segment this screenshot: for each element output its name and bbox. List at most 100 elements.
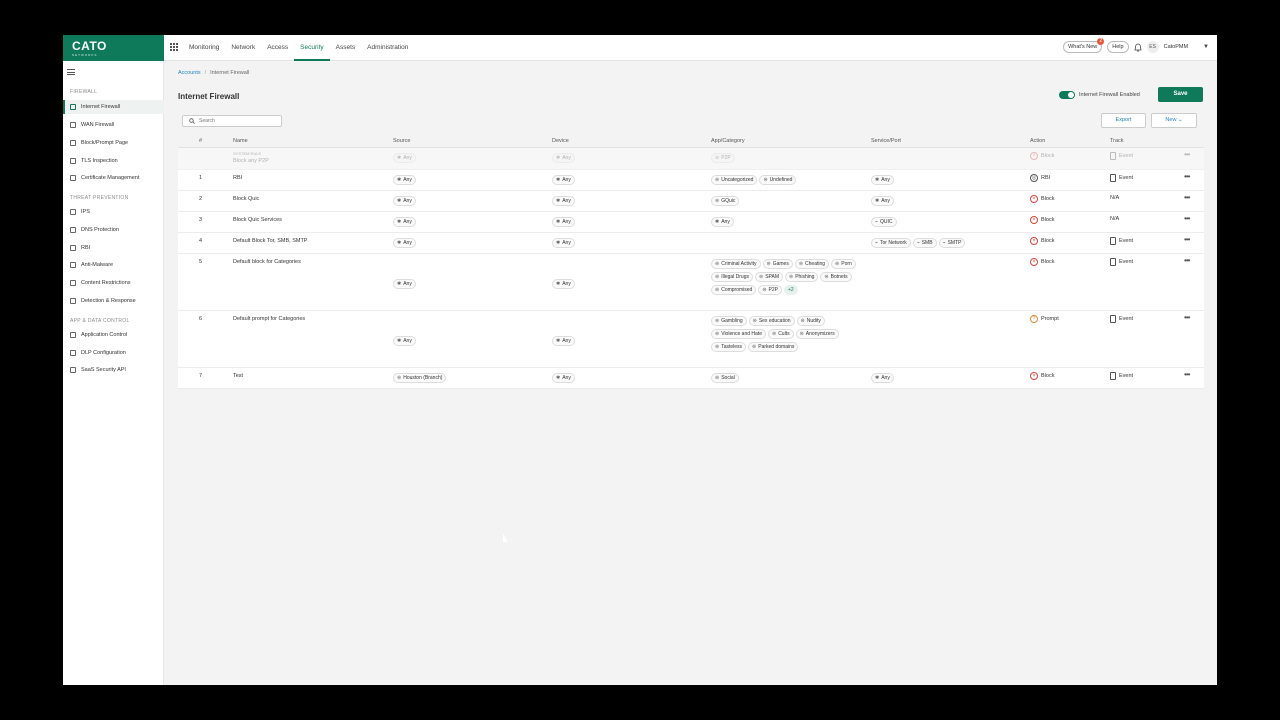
track-cell[interactable]: Event <box>1110 315 1133 323</box>
search-input[interactable] <box>199 118 279 124</box>
rule-name[interactable]: Test <box>233 373 243 379</box>
save-button[interactable]: Save <box>1158 87 1203 102</box>
sidebar-item-anti-malware[interactable]: Anti-Malware <box>63 258 164 272</box>
sidebar-item-tls-inspection[interactable]: TLS Inspection <box>63 154 164 168</box>
new-rule-button[interactable]: New ⌄ <box>1151 113 1197 128</box>
device-cell-chip[interactable]: ✱ Any <box>552 279 575 289</box>
rule-name[interactable]: Default prompt for Categories <box>233 316 305 322</box>
app-category-cell-chip[interactable]: ⊜ Violence and Hate <box>711 329 766 339</box>
table-row[interactable]: 7 Test ⊜ Houston (Branch) ✱ Any ⊜ Social ✱ Any × Bl… <box>178 368 1204 389</box>
col-header-name[interactable]: Name <box>233 138 248 144</box>
row-more-options-icon[interactable]: ••• <box>1184 256 1190 265</box>
export-button[interactable]: Export <box>1101 113 1146 128</box>
source-cell-chip[interactable]: ⊜ Houston (Branch) <box>393 373 447 383</box>
sidebar-item-application-control[interactable]: Application Control <box>63 328 164 342</box>
cato-logo[interactable]: CATO NETWORKS <box>63 35 164 61</box>
sidebar-item-content-restrictions[interactable]: Content Restrictions <box>63 276 164 290</box>
table-row[interactable]: 6 Default prompt for Categories ✱ Any ✱ Any ⊜ G… <box>178 311 1204 368</box>
sidebar-item-dlp-configuration[interactable]: DLP Configuration <box>63 346 164 360</box>
app-category-cell-chip[interactable]: ⊜ Games <box>762 259 793 269</box>
nav-monitoring[interactable]: Monitoring <box>183 35 225 61</box>
device-cell-chip[interactable]: ✱ Any <box>552 238 575 248</box>
firewall-enabled-toggle[interactable] <box>1059 91 1075 99</box>
col-header-action[interactable]: Action <box>1030 138 1045 144</box>
app-category-cell-chip[interactable]: ⊜ P2P <box>711 153 735 163</box>
table-row[interactable]: 1 RBI ✱ Any ✱ Any ⊜ Uncategorized ⊜ Undefined ✱ Any… <box>178 170 1204 191</box>
track-cell[interactable]: Event <box>1110 258 1133 266</box>
action-cell[interactable]: × Block <box>1030 258 1054 266</box>
track-cell[interactable]: Event <box>1110 372 1133 380</box>
row-more-options-icon[interactable]: ••• <box>1184 235 1190 244</box>
app-category-cell-chip[interactable]: ⊜ P2P <box>758 285 782 295</box>
action-cell[interactable]: × Block <box>1030 216 1054 224</box>
sidebar-item-certificate-management[interactable]: Certificate Management <box>63 171 164 185</box>
device-cell-chip[interactable]: ✱ Any <box>552 153 575 163</box>
device-cell-chip[interactable]: ✱ Any <box>552 336 575 346</box>
service-port-cell-chip[interactable]: ⌁ Tor Network <box>871 238 911 248</box>
app-category-cell-chip[interactable]: ⊜ Anonymizers <box>795 329 839 339</box>
table-row[interactable]: 4 Default Block Tor, SMB, SMTP ✱ Any ✱ Any ⌁ To… <box>178 233 1204 254</box>
app-category-cell-chip[interactable]: ⊜ Compromised <box>711 285 757 295</box>
sidebar-item-rbi[interactable]: RBI <box>63 241 164 255</box>
table-row[interactable]: 5 Default block for Categories ✱ Any ✱ Any ⊜ Cr… <box>178 254 1204 311</box>
app-category-cell-chip[interactable]: ⊜ Illegal Drugs <box>711 272 753 282</box>
help-button[interactable]: Help <box>1107 41 1129 53</box>
track-cell[interactable]: N/A <box>1110 216 1119 222</box>
app-category-cell-chip[interactable]: ⊜ Criminal Activity <box>711 259 761 269</box>
app-category-cell-chip[interactable]: ✱ Any <box>711 217 734 227</box>
nav-security[interactable]: Security <box>294 35 331 61</box>
account-name[interactable]: CatoPMM <box>1164 44 1188 50</box>
track-cell[interactable]: Event <box>1110 237 1133 245</box>
apps-grid-icon[interactable] <box>170 43 178 51</box>
sidebar-item-block-prompt-page[interactable]: Block/Prompt Page <box>63 136 164 150</box>
device-cell-chip[interactable]: ✱ Any <box>552 175 575 185</box>
action-cell[interactable]: × Block <box>1030 195 1054 203</box>
col-header-service-port[interactable]: Service/Port <box>871 138 901 144</box>
rule-name[interactable]: Block Quic <box>233 196 259 202</box>
service-port-cell-chip[interactable]: ✱ Any <box>871 175 894 185</box>
bell-icon[interactable] <box>1134 43 1142 52</box>
source-cell-chip[interactable]: ✱ Any <box>393 217 416 227</box>
app-category-cell-chip[interactable]: ⊜ Sex education <box>748 316 795 326</box>
row-more-options-icon[interactable]: ••• <box>1184 150 1190 159</box>
row-more-options-icon[interactable]: ••• <box>1184 313 1190 322</box>
account-chevron-down-icon[interactable]: ▼ <box>1203 44 1209 50</box>
track-cell[interactable]: Event <box>1110 174 1133 182</box>
service-port-cell-chip[interactable]: ⌁ SMB <box>912 238 937 248</box>
source-cell-chip[interactable]: ✱ Any <box>393 196 416 206</box>
rule-name[interactable]: Block Quic Services <box>233 217 282 223</box>
app-category-cell-chip[interactable]: ⊜ Uncategorized <box>711 175 758 185</box>
row-more-options-icon[interactable]: ••• <box>1184 370 1190 379</box>
app-category-cell-chip[interactable]: ⊜ Nudity <box>796 316 825 326</box>
col-header-track[interactable]: Track <box>1110 138 1124 144</box>
app-category-cell-chip[interactable]: ⊜ Undefined <box>759 175 797 185</box>
device-cell-chip[interactable]: ✱ Any <box>552 373 575 383</box>
source-cell-chip[interactable]: ✱ Any <box>393 175 416 185</box>
nav-network[interactable]: Network <box>225 35 261 61</box>
sidebar-item-internet-firewall[interactable]: Internet Firewall <box>63 100 164 114</box>
action-cell[interactable]: ? Prompt <box>1030 315 1059 323</box>
row-more-options-icon[interactable]: ••• <box>1184 214 1190 223</box>
action-cell[interactable]: × Block <box>1030 237 1054 245</box>
app-category-cell-chip[interactable]: ⊜ GQuic <box>711 196 740 206</box>
hamburger-menu-icon[interactable] <box>67 69 75 75</box>
action-cell[interactable]: × Block <box>1030 152 1054 160</box>
app-category-cell-chip[interactable]: ⊜ Porn <box>831 259 856 269</box>
sidebar-item-saas-security-api[interactable]: SaaS Security API <box>63 363 164 377</box>
sidebar-item-wan-firewall[interactable]: WAN Firewall <box>63 118 164 132</box>
col-header-source[interactable]: Source <box>393 138 410 144</box>
sidebar-item-ips[interactable]: IPS <box>63 205 164 219</box>
whats-new-button[interactable]: What's New 2 <box>1063 38 1105 53</box>
sidebar-item-detection-response[interactable]: Detection & Response <box>63 294 164 308</box>
app-category-cell-chip[interactable]: ⊜ Cults <box>767 329 794 339</box>
rule-name[interactable]: Default Block Tor, SMB, SMTP <box>233 238 307 244</box>
rule-name[interactable]: Default block for Categories <box>233 259 301 265</box>
device-cell-chip[interactable]: ✱ Any <box>552 217 575 227</box>
nav-access[interactable]: Access <box>261 35 294 61</box>
track-cell[interactable]: N/A <box>1110 195 1119 201</box>
rule-name[interactable]: Block any P2P <box>233 158 269 164</box>
table-row[interactable]: 2 Block Quic ✱ Any ✱ Any ⊜ GQuic ✱ Any × Block N/A ••… <box>178 191 1204 212</box>
app-category-cell-chip[interactable]: ⊜ Gambling <box>711 316 747 326</box>
rule-name[interactable]: RBI <box>233 175 242 181</box>
nav-administration[interactable]: Administration <box>361 35 414 61</box>
